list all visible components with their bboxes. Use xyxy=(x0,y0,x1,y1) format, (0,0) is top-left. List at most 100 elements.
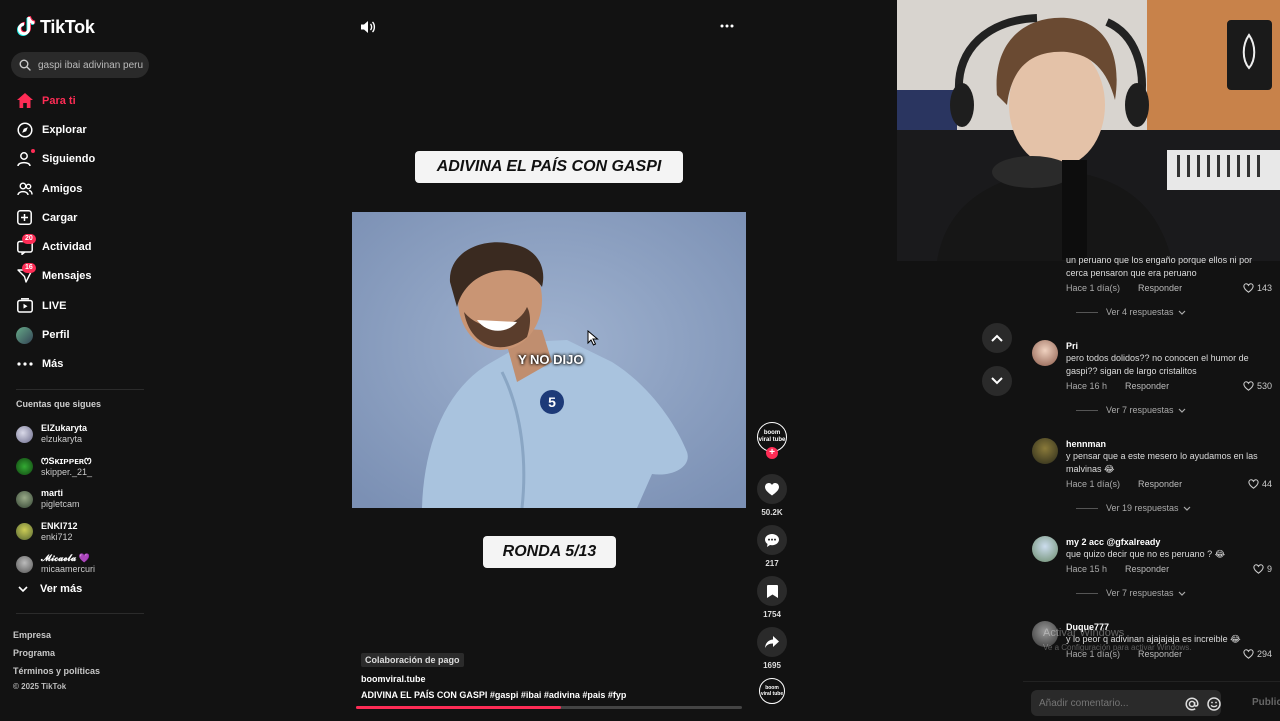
comment-like-button[interactable]: 530 xyxy=(1243,381,1272,391)
follow-plus-icon[interactable]: + xyxy=(766,447,778,459)
commenter-name[interactable]: my 2 acc @gfxalready xyxy=(1066,536,1272,548)
more-options-icon[interactable] xyxy=(720,24,734,28)
publish-button[interactable]: Publicar xyxy=(1252,697,1280,708)
heart-icon xyxy=(765,482,779,495)
commenter-name[interactable]: Pri xyxy=(1066,340,1272,352)
nav-item-amigos[interactable]: Amigos xyxy=(16,174,95,203)
view-replies-button[interactable]: Ver 7 respuestas xyxy=(1076,405,1272,415)
round-overlay: RONDA 5/13 xyxy=(483,536,616,568)
following-list: ElZukaryta elzukaryta ꯁSᴋɪᴘᴘᴇʀꯁ skipper._2… xyxy=(16,418,95,581)
comment-like-count: 44 xyxy=(1261,479,1272,489)
following-title: Cuentas que sigues xyxy=(16,399,102,409)
previous-video-button[interactable] xyxy=(982,323,1012,353)
following-account[interactable]: 𝓜𝓲𝓬𝓪𝓮𝓵𝓪 💜 micaamercuri xyxy=(16,548,95,581)
footer-link-terms[interactable]: Términos y políticas xyxy=(13,662,100,680)
account-username: pigletcam xyxy=(41,499,80,510)
nav-label: Actividad xyxy=(42,241,92,254)
see-more-label: Ver más xyxy=(40,583,83,595)
footer-link-empresa[interactable]: Empresa xyxy=(13,626,100,644)
comment-text: pero todos dolidos?? no conocen el humor… xyxy=(1066,353,1249,376)
reply-button[interactable]: Responder xyxy=(1138,479,1182,489)
activity-badge: 20 xyxy=(22,233,36,244)
nav-item-mas[interactable]: Más xyxy=(16,350,95,379)
heart-outline-icon xyxy=(1253,564,1264,574)
commenter-avatar[interactable] xyxy=(1032,536,1058,562)
tiktok-logo-icon xyxy=(17,16,36,36)
nav-item-siguiendo[interactable]: Siguiendo xyxy=(16,145,95,174)
nav-label: Mensajes xyxy=(42,270,92,283)
nav-item-mensajes[interactable]: 16 Mensajes xyxy=(16,262,95,291)
view-replies-button[interactable]: Ver 19 respuestas xyxy=(1076,503,1272,513)
following-account[interactable]: ElZukaryta elzukaryta xyxy=(16,418,95,451)
comment-like-button[interactable]: 294 xyxy=(1243,649,1272,659)
nav-item-para-ti[interactable]: Para ti xyxy=(16,86,95,115)
see-more-button[interactable]: Ver más xyxy=(18,583,82,595)
footer-link-programa[interactable]: Programa xyxy=(13,644,100,662)
reply-button[interactable]: Responder xyxy=(1125,381,1169,391)
nav-item-cargar[interactable]: Cargar xyxy=(16,203,95,232)
sidebar: TikTok Para ti Explorar Siguiendo xyxy=(0,0,160,720)
mention-icon[interactable] xyxy=(1185,697,1199,711)
compass-icon xyxy=(16,121,33,138)
video-player[interactable]: 5 Y NO DIJO xyxy=(352,212,746,508)
following-account[interactable]: ENKI712 enki712 xyxy=(16,516,95,549)
comment-text: que quizo decir que no es peruano ? 😂 xyxy=(1066,549,1226,559)
account-username: micaamercuri xyxy=(41,564,96,575)
reply-button[interactable]: Responder xyxy=(1125,564,1169,574)
home-icon xyxy=(16,92,33,109)
emoji-icon[interactable] xyxy=(1207,697,1221,711)
commenter-avatar[interactable] xyxy=(1032,438,1058,464)
paid-partnership-tag[interactable]: Colaboración de pago xyxy=(361,653,464,667)
comment-composer: Publicar xyxy=(1023,681,1280,721)
nav-item-live[interactable]: LIVE xyxy=(16,291,95,320)
search-bar[interactable] xyxy=(11,52,149,78)
volume-icon[interactable] xyxy=(360,20,376,34)
comment-like-button[interactable]: 9 xyxy=(1253,564,1272,574)
video-author[interactable]: boomviral.tube xyxy=(361,674,741,684)
comment-button[interactable] xyxy=(757,525,787,555)
account-avatar xyxy=(16,523,33,541)
share-button[interactable] xyxy=(757,627,787,657)
comment-item: hennman y pensar que a este mesero lo ay… xyxy=(1032,438,1272,513)
comment-like-count: 143 xyxy=(1256,283,1272,293)
live-icon xyxy=(16,297,33,314)
comment-like-button[interactable]: 143 xyxy=(1243,283,1272,293)
nav-label: Cargar xyxy=(42,211,78,224)
nav-label: Para ti xyxy=(42,94,76,107)
chevron-down-icon xyxy=(1178,310,1185,315)
comment-like-button[interactable]: 44 xyxy=(1248,479,1272,489)
commenter-avatar[interactable] xyxy=(1032,340,1058,366)
comment-time: Hace 1 día(s) xyxy=(1066,479,1121,489)
save-button[interactable] xyxy=(757,576,787,606)
search-input[interactable] xyxy=(36,58,148,72)
next-video-button[interactable] xyxy=(982,366,1012,396)
profile-avatar xyxy=(16,326,33,344)
nav-item-actividad[interactable]: 20 Actividad xyxy=(16,232,95,261)
view-replies-button[interactable]: Ver 4 respuestas xyxy=(1076,307,1272,317)
following-account[interactable]: marti pigletcam xyxy=(16,483,95,516)
nav-item-explorar[interactable]: Explorar xyxy=(16,115,95,144)
nav-item-perfil[interactable]: Perfil xyxy=(16,320,95,349)
view-replies-button[interactable]: Ver 7 respuestas xyxy=(1076,588,1272,598)
progress-fill xyxy=(356,706,561,709)
video-progress-bar[interactable] xyxy=(356,706,742,709)
comment-like-count: 9 xyxy=(1266,564,1272,574)
video-subtitle: Y NO DIJO xyxy=(518,352,584,367)
creator-avatar[interactable]: boom viral tube + xyxy=(757,422,787,459)
mouse-cursor-icon xyxy=(587,330,599,346)
view-replies-label: Ver 7 respuestas xyxy=(1106,405,1174,415)
comment-meta: Hace 1 día(s) Responder 143 xyxy=(1066,283,1272,293)
like-button[interactable] xyxy=(757,474,787,504)
account-name: ꯁSᴋɪᴘᴘᴇʀꯁ xyxy=(41,455,92,466)
reply-button[interactable]: Responder xyxy=(1138,283,1182,293)
heart-outline-icon xyxy=(1248,479,1259,489)
comment-text: un peruano que los engaño porque ellos n… xyxy=(1066,255,1253,278)
sound-avatar[interactable]: boom viral tube xyxy=(759,678,785,704)
following-account[interactable]: ꯁSᴋɪᴘᴘᴇʀꯁ skipper._21_ xyxy=(16,451,95,484)
more-icon xyxy=(16,356,33,373)
commenter-name[interactable]: hennman xyxy=(1066,438,1272,450)
nav-label: Siguiendo xyxy=(42,153,96,166)
action-rail: boom viral tube + 50.2K 217 1754 1695 bo… xyxy=(757,422,787,704)
tiktok-logo[interactable]: TikTok xyxy=(16,16,95,38)
heart-outline-icon xyxy=(1243,649,1254,659)
